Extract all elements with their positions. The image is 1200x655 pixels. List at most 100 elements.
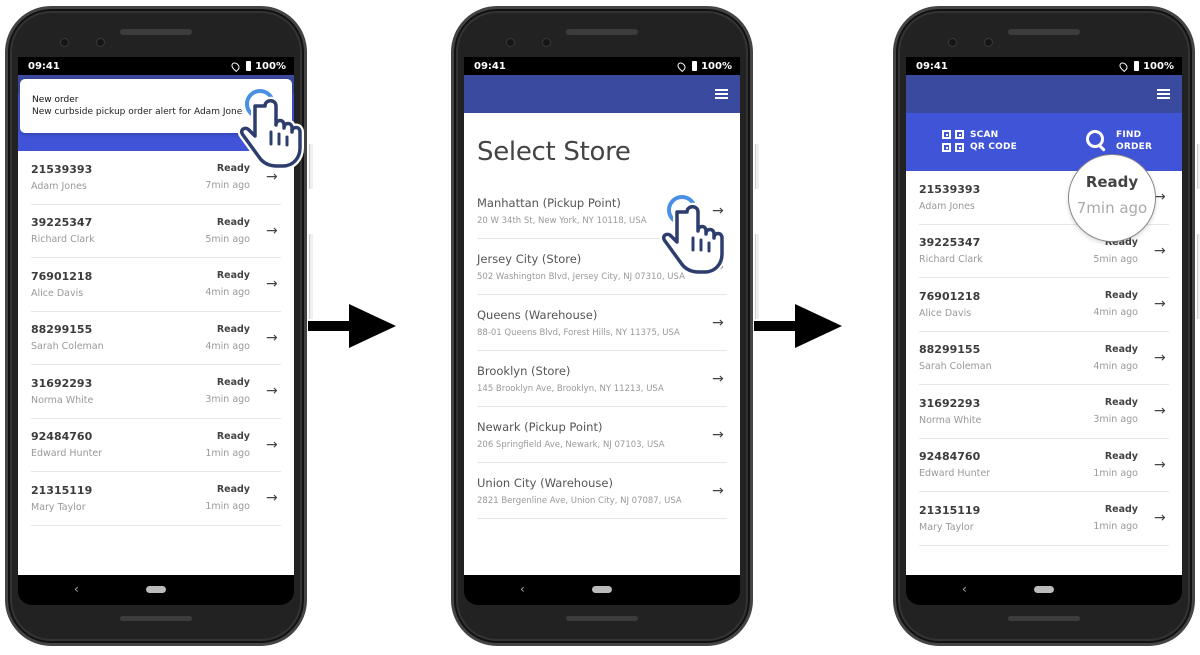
order-info: 21315119 Mary Taylor xyxy=(31,484,205,513)
arrow-right-icon[interactable]: → xyxy=(712,259,726,275)
order-row[interactable]: 21315119 Mary Taylor Ready 1min ago → xyxy=(31,472,281,526)
order-info: 76901218 Alice Davis xyxy=(919,290,1093,319)
screen: 09:41 100% SCAN QR CODE FIND ORDER 21539… xyxy=(906,57,1182,605)
order-meta: Ready 7min ago xyxy=(205,163,250,191)
arrow-right-icon[interactable]: → xyxy=(712,371,726,387)
arrow-right-icon[interactable]: → xyxy=(1154,350,1168,366)
home-button[interactable] xyxy=(1034,586,1054,593)
order-row[interactable]: 31692293 Norma White Ready 3min ago → xyxy=(919,385,1169,439)
arrow-right-icon[interactable]: → xyxy=(1154,457,1168,473)
order-row[interactable]: 92484760 Edward Hunter Ready 1min ago → xyxy=(31,419,281,472)
hamburger-menu-icon[interactable] xyxy=(1157,89,1170,99)
android-nav-bar: ‹ xyxy=(906,575,1182,605)
order-meta: Ready 3min ago xyxy=(1093,397,1138,425)
customer-name: Norma White xyxy=(31,394,94,406)
arrow-right-icon[interactable]: → xyxy=(1154,189,1168,205)
order-row[interactable]: 88299155 Sarah Coleman Ready 4min ago → xyxy=(31,312,281,365)
order-info: 92484760 Edward Hunter xyxy=(919,450,1093,479)
new-order-notification[interactable]: New order New curbside pickup order aler… xyxy=(20,79,292,133)
store-address: 206 Springfield Ave, Newark, NJ 07103, U… xyxy=(477,439,665,450)
store-name: Union City (Warehouse) xyxy=(477,475,613,490)
back-icon[interactable]: ‹ xyxy=(962,582,967,596)
store-row[interactable]: Queens (Warehouse) 88-01 Queens Blvd, For… xyxy=(477,295,727,351)
arrow-right-icon[interactable]: → xyxy=(266,276,280,292)
store-row[interactable]: Union City (Warehouse) 2821 Bergenline Av… xyxy=(477,463,727,519)
order-row[interactable]: 76901218 Alice Davis Ready 4min ago → xyxy=(919,278,1169,332)
arrow-right-icon[interactable]: → xyxy=(712,427,726,443)
arrow-right-icon[interactable]: → xyxy=(266,383,280,399)
store-row[interactable]: Jersey City (Store) 502 Washington Blvd, … xyxy=(477,239,727,295)
battery-icon xyxy=(1134,61,1140,71)
store-row[interactable]: Brooklyn (Store) 145 Brooklyn Ave, Brookl… xyxy=(477,351,727,407)
location-icon xyxy=(675,60,688,72)
arrow-right-icon[interactable]: → xyxy=(1154,510,1168,526)
order-time: 3min ago xyxy=(205,394,250,406)
order-row[interactable]: 31692293 Norma White Ready 3min ago → xyxy=(31,365,281,419)
order-row[interactable]: 88299155 Sarah Coleman Ready 4min ago → xyxy=(919,332,1169,385)
order-info: 76901218 Alice Davis xyxy=(31,270,205,299)
order-time: 4min ago xyxy=(205,287,250,299)
arrow-right-icon[interactable]: → xyxy=(266,223,280,239)
order-id: 31692293 xyxy=(919,396,981,410)
scan-qr-button[interactable]: SCAN QR CODE xyxy=(942,129,1017,153)
back-icon[interactable]: ‹ xyxy=(520,582,525,596)
customer-name: Richard Clark xyxy=(31,234,95,246)
arrow-right-icon[interactable]: → xyxy=(266,437,280,453)
order-info: 21539393 Adam Jones xyxy=(31,163,205,192)
order-time: 5min ago xyxy=(205,233,250,245)
order-row[interactable]: 21539393 Adam Jones Ready 7min ago → xyxy=(31,151,281,205)
order-meta: Ready 1min ago xyxy=(205,484,250,512)
qr-code-label: QR CODE xyxy=(970,142,1017,152)
order-meta: Ready 5min ago xyxy=(205,217,250,245)
flow-arrow-icon xyxy=(754,304,842,348)
order-time: 1min ago xyxy=(205,447,250,459)
order-time: 4min ago xyxy=(1093,307,1138,319)
earpiece xyxy=(1008,29,1080,35)
hamburger-menu-icon[interactable] xyxy=(715,89,728,99)
arrow-right-icon[interactable]: → xyxy=(1154,296,1168,312)
order-status: Ready xyxy=(216,270,250,282)
order-id: 31692293 xyxy=(31,376,93,390)
home-button[interactable] xyxy=(146,586,166,593)
order-row[interactable]: 92484760 Edward Hunter Ready 1min ago → xyxy=(919,439,1169,492)
arrow-right-icon[interactable]: → xyxy=(266,490,280,506)
status-bar: 09:41 100% xyxy=(464,57,740,75)
battery-level: 100% xyxy=(255,60,286,72)
order-id: 92484760 xyxy=(919,450,981,464)
order-info: 39225347 Richard Clark xyxy=(31,216,205,245)
order-meta: Ready 4min ago xyxy=(205,270,250,298)
arrow-right-icon[interactable]: → xyxy=(1154,243,1168,259)
store-row[interactable]: Manhattan (Pickup Point) 20 W 34th St, Ne… xyxy=(477,183,727,239)
order-status: Ready xyxy=(216,323,250,335)
order-status: Ready xyxy=(216,430,250,442)
arrow-right-icon[interactable]: → xyxy=(1154,403,1168,419)
android-nav-bar: ‹ xyxy=(18,575,294,605)
customer-name: Sarah Coleman xyxy=(31,341,104,353)
order-time: 4min ago xyxy=(1093,360,1138,372)
store-row[interactable]: Newark (Pickup Point) 206 Springfield Ave… xyxy=(477,407,727,463)
order-time: 1min ago xyxy=(1093,467,1138,479)
store-info: Manhattan (Pickup Point) 20 W 34th St, Ne… xyxy=(477,196,712,226)
arrow-right-icon[interactable]: → xyxy=(266,330,280,346)
home-button[interactable] xyxy=(592,586,612,593)
arrow-right-icon[interactable]: → xyxy=(712,315,726,331)
order-info: 39225347 Richard Clark xyxy=(919,236,1093,265)
qr-code-icon xyxy=(942,130,964,152)
back-icon[interactable]: ‹ xyxy=(74,582,79,596)
customer-name: Edward Hunter xyxy=(31,448,103,460)
customer-name: Richard Clark xyxy=(919,254,983,266)
arrow-right-icon[interactable]: → xyxy=(266,169,280,185)
order-id: 76901218 xyxy=(919,289,981,303)
order-id: 88299155 xyxy=(919,343,981,357)
arrow-right-icon[interactable]: → xyxy=(712,203,726,219)
order-row[interactable]: 21315119 Mary Taylor Ready 1min ago → xyxy=(919,492,1169,546)
location-icon xyxy=(1117,60,1130,72)
order-row[interactable]: 76901218 Alice Davis Ready 4min ago → xyxy=(31,258,281,312)
battery-level: 100% xyxy=(701,60,732,72)
find-label: FIND xyxy=(1116,130,1142,140)
orders-app: New order New curbside pickup order aler… xyxy=(18,75,294,575)
status-magnifier: Ready 7min ago xyxy=(1068,154,1156,242)
find-order-button[interactable]: FIND ORDER xyxy=(1086,129,1152,153)
arrow-right-icon[interactable]: → xyxy=(712,483,726,499)
order-row[interactable]: 39225347 Richard Clark Ready 5min ago → xyxy=(31,205,281,258)
